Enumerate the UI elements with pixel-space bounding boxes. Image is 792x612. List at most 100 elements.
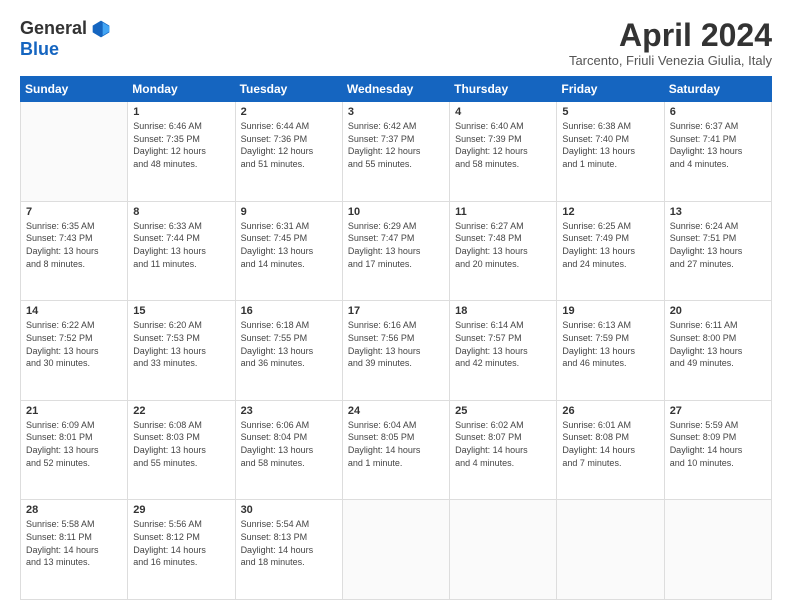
- day-number: 22: [133, 405, 229, 417]
- calendar-cell: [557, 500, 664, 600]
- calendar-cell: 20 Sunrise: 6:11 AM Sunset: 8:00 PM Dayli…: [664, 301, 771, 401]
- calendar-cell: [21, 102, 128, 202]
- logo: General Blue: [20, 18, 111, 60]
- calendar-cell: 28Sunrise: 5:58 AM Sunset: 8:11 PM Dayli…: [21, 500, 128, 600]
- calendar-cell: 14Sunrise: 6:22 AM Sunset: 7:52 PM Dayli…: [21, 301, 128, 401]
- calendar-cell: 18 Sunrise: 6:14 AM Sunset: 7:57 PM Dayli…: [450, 301, 557, 401]
- day-number: 28: [26, 504, 122, 516]
- calendar-cell: 12Sunrise: 6:25 AM Sunset: 7:49 PM Dayli…: [557, 201, 664, 301]
- calendar-cell: 6 Sunrise: 6:37 AM Sunset: 7:41 PM Daylig…: [664, 102, 771, 202]
- day-number: 7: [26, 206, 122, 218]
- calendar-week-row-2: 14Sunrise: 6:22 AM Sunset: 7:52 PM Dayli…: [21, 301, 772, 401]
- calendar-table: Sunday Monday Tuesday Wednesday Thursday…: [20, 76, 772, 600]
- day-number: 1: [133, 106, 229, 118]
- logo-blue-text: Blue: [20, 39, 59, 60]
- calendar-cell: 11Sunrise: 6:27 AM Sunset: 7:48 PM Dayli…: [450, 201, 557, 301]
- calendar-cell: 7 Sunrise: 6:35 AM Sunset: 7:43 PM Daylig…: [21, 201, 128, 301]
- calendar-cell: 25 Sunrise: 6:02 AM Sunset: 8:07 PM Dayli…: [450, 400, 557, 500]
- day-number: 16: [241, 305, 337, 317]
- day-info: Sunrise: 6:44 AM Sunset: 7:36 PM Dayligh…: [241, 120, 337, 170]
- day-info: Sunrise: 6:02 AM Sunset: 8:07 PM Dayligh…: [455, 419, 551, 469]
- day-number: 20: [670, 305, 766, 317]
- day-info: Sunrise: 6:27 AM Sunset: 7:48 PM Dayligh…: [455, 220, 551, 270]
- day-number: 13: [670, 206, 766, 218]
- calendar-cell: 4 Sunrise: 6:40 AM Sunset: 7:39 PM Daylig…: [450, 102, 557, 202]
- day-info: Sunrise: 6:08 AM Sunset: 8:03 PM Dayligh…: [133, 419, 229, 469]
- day-number: 6: [670, 106, 766, 118]
- day-number: 4: [455, 106, 551, 118]
- day-number: 23: [241, 405, 337, 417]
- calendar-cell: 17Sunrise: 6:16 AM Sunset: 7:56 PM Dayli…: [342, 301, 449, 401]
- calendar-header-row: Sunday Monday Tuesday Wednesday Thursday…: [21, 77, 772, 102]
- day-number: 9: [241, 206, 337, 218]
- logo-icon: [91, 19, 111, 39]
- day-info: Sunrise: 6:22 AM Sunset: 7:52 PM Dayligh…: [26, 319, 122, 369]
- day-info: Sunrise: 6:33 AM Sunset: 7:44 PM Dayligh…: [133, 220, 229, 270]
- logo-general-text: General: [20, 18, 87, 39]
- calendar-cell: 13 Sunrise: 6:24 AM Sunset: 7:51 PM Dayli…: [664, 201, 771, 301]
- day-info: Sunrise: 6:01 AM Sunset: 8:08 PM Dayligh…: [562, 419, 658, 469]
- header: General Blue April 2024 Tarcento, Friuli…: [20, 18, 772, 68]
- calendar-cell: 1 Sunrise: 6:46 AM Sunset: 7:35 PM Daylig…: [128, 102, 235, 202]
- day-info: Sunrise: 6:04 AM Sunset: 8:05 PM Dayligh…: [348, 419, 444, 469]
- calendar-cell: 9 Sunrise: 6:31 AM Sunset: 7:45 PM Daylig…: [235, 201, 342, 301]
- calendar-week-row-1: 7 Sunrise: 6:35 AM Sunset: 7:43 PM Daylig…: [21, 201, 772, 301]
- calendar-cell: 30Sunrise: 5:54 AM Sunset: 8:13 PM Dayli…: [235, 500, 342, 600]
- day-number: 21: [26, 405, 122, 417]
- calendar-cell: [342, 500, 449, 600]
- day-number: 24: [348, 405, 444, 417]
- day-number: 18: [455, 305, 551, 317]
- calendar-cell: 15Sunrise: 6:20 AM Sunset: 7:53 PM Dayli…: [128, 301, 235, 401]
- calendar-week-row-3: 21 Sunrise: 6:09 AM Sunset: 8:01 PM Dayli…: [21, 400, 772, 500]
- calendar-cell: 23Sunrise: 6:06 AM Sunset: 8:04 PM Dayli…: [235, 400, 342, 500]
- calendar-cell: 22 Sunrise: 6:08 AM Sunset: 8:03 PM Dayli…: [128, 400, 235, 500]
- day-info: Sunrise: 6:09 AM Sunset: 8:01 PM Dayligh…: [26, 419, 122, 469]
- calendar-cell: 19Sunrise: 6:13 AM Sunset: 7:59 PM Dayli…: [557, 301, 664, 401]
- calendar-cell: 10 Sunrise: 6:29 AM Sunset: 7:47 PM Dayli…: [342, 201, 449, 301]
- day-info: Sunrise: 6:29 AM Sunset: 7:47 PM Dayligh…: [348, 220, 444, 270]
- day-number: 10: [348, 206, 444, 218]
- day-info: Sunrise: 6:25 AM Sunset: 7:49 PM Dayligh…: [562, 220, 658, 270]
- day-info: Sunrise: 6:14 AM Sunset: 7:57 PM Dayligh…: [455, 319, 551, 369]
- day-number: 25: [455, 405, 551, 417]
- calendar-cell: 8 Sunrise: 6:33 AM Sunset: 7:44 PM Daylig…: [128, 201, 235, 301]
- day-number: 29: [133, 504, 229, 516]
- calendar-cell: 24 Sunrise: 6:04 AM Sunset: 8:05 PM Dayli…: [342, 400, 449, 500]
- day-info: Sunrise: 6:31 AM Sunset: 7:45 PM Dayligh…: [241, 220, 337, 270]
- day-number: 5: [562, 106, 658, 118]
- day-info: Sunrise: 6:11 AM Sunset: 8:00 PM Dayligh…: [670, 319, 766, 369]
- location-text: Tarcento, Friuli Venezia Giulia, Italy: [569, 53, 772, 68]
- header-wednesday: Wednesday: [342, 77, 449, 102]
- day-info: Sunrise: 6:38 AM Sunset: 7:40 PM Dayligh…: [562, 120, 658, 170]
- page: General Blue April 2024 Tarcento, Friuli…: [0, 0, 792, 612]
- day-number: 26: [562, 405, 658, 417]
- calendar-week-row-4: 28Sunrise: 5:58 AM Sunset: 8:11 PM Dayli…: [21, 500, 772, 600]
- day-number: 30: [241, 504, 337, 516]
- day-number: 19: [562, 305, 658, 317]
- header-saturday: Saturday: [664, 77, 771, 102]
- day-info: Sunrise: 6:16 AM Sunset: 7:56 PM Dayligh…: [348, 319, 444, 369]
- day-info: Sunrise: 6:37 AM Sunset: 7:41 PM Dayligh…: [670, 120, 766, 170]
- calendar-cell: 3Sunrise: 6:42 AM Sunset: 7:37 PM Daylig…: [342, 102, 449, 202]
- day-info: Sunrise: 6:35 AM Sunset: 7:43 PM Dayligh…: [26, 220, 122, 270]
- header-friday: Friday: [557, 77, 664, 102]
- day-info: Sunrise: 5:56 AM Sunset: 8:12 PM Dayligh…: [133, 518, 229, 568]
- day-number: 3: [348, 106, 444, 118]
- day-number: 8: [133, 206, 229, 218]
- calendar-cell: 2 Sunrise: 6:44 AM Sunset: 7:36 PM Daylig…: [235, 102, 342, 202]
- header-monday: Monday: [128, 77, 235, 102]
- day-info: Sunrise: 6:46 AM Sunset: 7:35 PM Dayligh…: [133, 120, 229, 170]
- day-number: 2: [241, 106, 337, 118]
- calendar-week-row-0: 1 Sunrise: 6:46 AM Sunset: 7:35 PM Daylig…: [21, 102, 772, 202]
- title-section: April 2024 Tarcento, Friuli Venezia Giul…: [569, 18, 772, 68]
- day-info: Sunrise: 6:20 AM Sunset: 7:53 PM Dayligh…: [133, 319, 229, 369]
- day-info: Sunrise: 6:24 AM Sunset: 7:51 PM Dayligh…: [670, 220, 766, 270]
- day-info: Sunrise: 5:59 AM Sunset: 8:09 PM Dayligh…: [670, 419, 766, 469]
- calendar-cell: 5 Sunrise: 6:38 AM Sunset: 7:40 PM Daylig…: [557, 102, 664, 202]
- header-thursday: Thursday: [450, 77, 557, 102]
- day-info: Sunrise: 6:40 AM Sunset: 7:39 PM Dayligh…: [455, 120, 551, 170]
- calendar-cell: 16Sunrise: 6:18 AM Sunset: 7:55 PM Dayli…: [235, 301, 342, 401]
- calendar-cell: 29 Sunrise: 5:56 AM Sunset: 8:12 PM Dayli…: [128, 500, 235, 600]
- header-sunday: Sunday: [21, 77, 128, 102]
- month-title: April 2024: [569, 18, 772, 53]
